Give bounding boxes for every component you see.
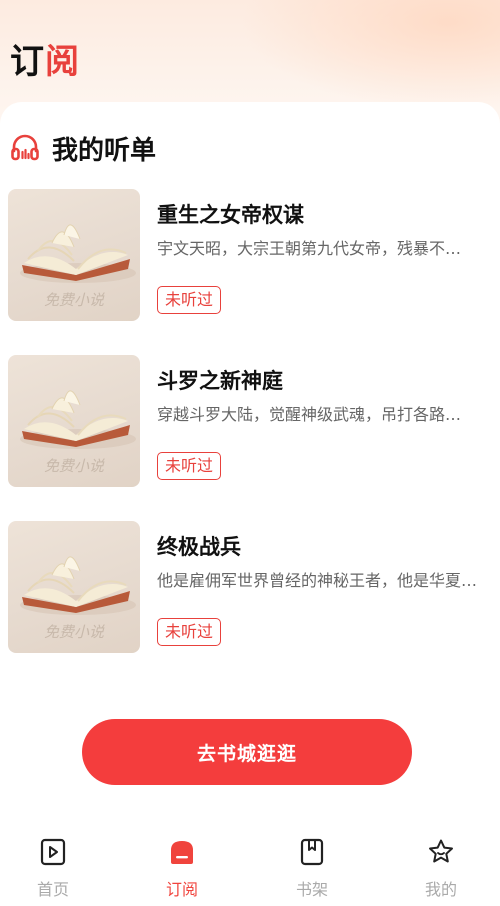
cover-watermark: 免费小说 <box>44 623 105 641</box>
go-to-bookstore-button[interactable]: 去书城逛逛 <box>82 719 412 785</box>
subscribe-icon <box>168 838 196 870</box>
book-title[interactable]: 斗罗之新神庭 <box>157 365 283 395</box>
book-description: 宇文天昭，大宗王朝第九代女帝，残暴不… <box>157 239 462 258</box>
book-cover[interactable]: 免费小说 <box>8 189 140 321</box>
cover-watermark: 免费小说 <box>44 291 105 309</box>
book-description: 他是雇佣军世界曾经的神秘王者，他是华夏… <box>157 571 478 590</box>
page-title-part1: 订 <box>10 42 45 82</box>
cover-watermark: 免费小说 <box>44 457 105 475</box>
tab-mine-label: 我的 <box>424 880 457 899</box>
bookshelf-icon <box>298 838 326 870</box>
status-badge: 未听过 <box>157 286 222 314</box>
open-book-image: 免费小说 <box>20 224 136 309</box>
book-title[interactable]: 终极战兵 <box>157 531 241 561</box>
page-title: 订阅 <box>10 34 80 83</box>
tab-shelf[interactable]: 书架 <box>272 838 352 899</box>
tab-mine[interactable]: 我的 <box>401 838 481 899</box>
open-book-image: 免费小说 <box>20 390 136 475</box>
tab-home[interactable]: 首页 <box>13 838 93 899</box>
book-item[interactable]: 免费小说 重生之女帝权谋 宇文天昭，大宗王朝第九代女帝，残暴不… 未听过 <box>8 189 492 323</box>
page-title-part2: 阅 <box>45 42 80 82</box>
bottom-tab-bar: 首页 订阅 书架 我的 <box>0 826 500 906</box>
book-title[interactable]: 重生之女帝权谋 <box>157 199 304 229</box>
book-description: 穿越斗罗大陆，觉醒神级武魂，吊打各路… <box>157 405 462 424</box>
section-title: 我的听单 <box>52 136 157 166</box>
book-item[interactable]: 免费小说 斗罗之新神庭 穿越斗罗大陆，觉醒神级武魂，吊打各路… 未听过 <box>8 355 492 489</box>
status-badge: 未听过 <box>157 452 222 480</box>
star-face-icon <box>427 838 455 870</box>
tab-shelf-label: 书架 <box>295 880 328 899</box>
book-cover[interactable]: 免费小说 <box>8 521 140 653</box>
tab-subscribe[interactable]: 订阅 <box>142 838 222 899</box>
home-bookmark-icon <box>39 838 67 870</box>
open-book-image: 免费小说 <box>20 556 136 641</box>
book-cover[interactable]: 免费小说 <box>8 355 140 487</box>
headphones-icon <box>10 132 40 166</box>
section-header: 我的听单 <box>10 130 156 167</box>
book-item[interactable]: 免费小说 终极战兵 他是雇佣军世界曾经的神秘王者，他是华夏… 未听过 <box>8 521 492 655</box>
tab-subscribe-label: 订阅 <box>165 880 198 899</box>
tab-home-label: 首页 <box>36 880 69 899</box>
status-badge: 未听过 <box>157 618 222 646</box>
